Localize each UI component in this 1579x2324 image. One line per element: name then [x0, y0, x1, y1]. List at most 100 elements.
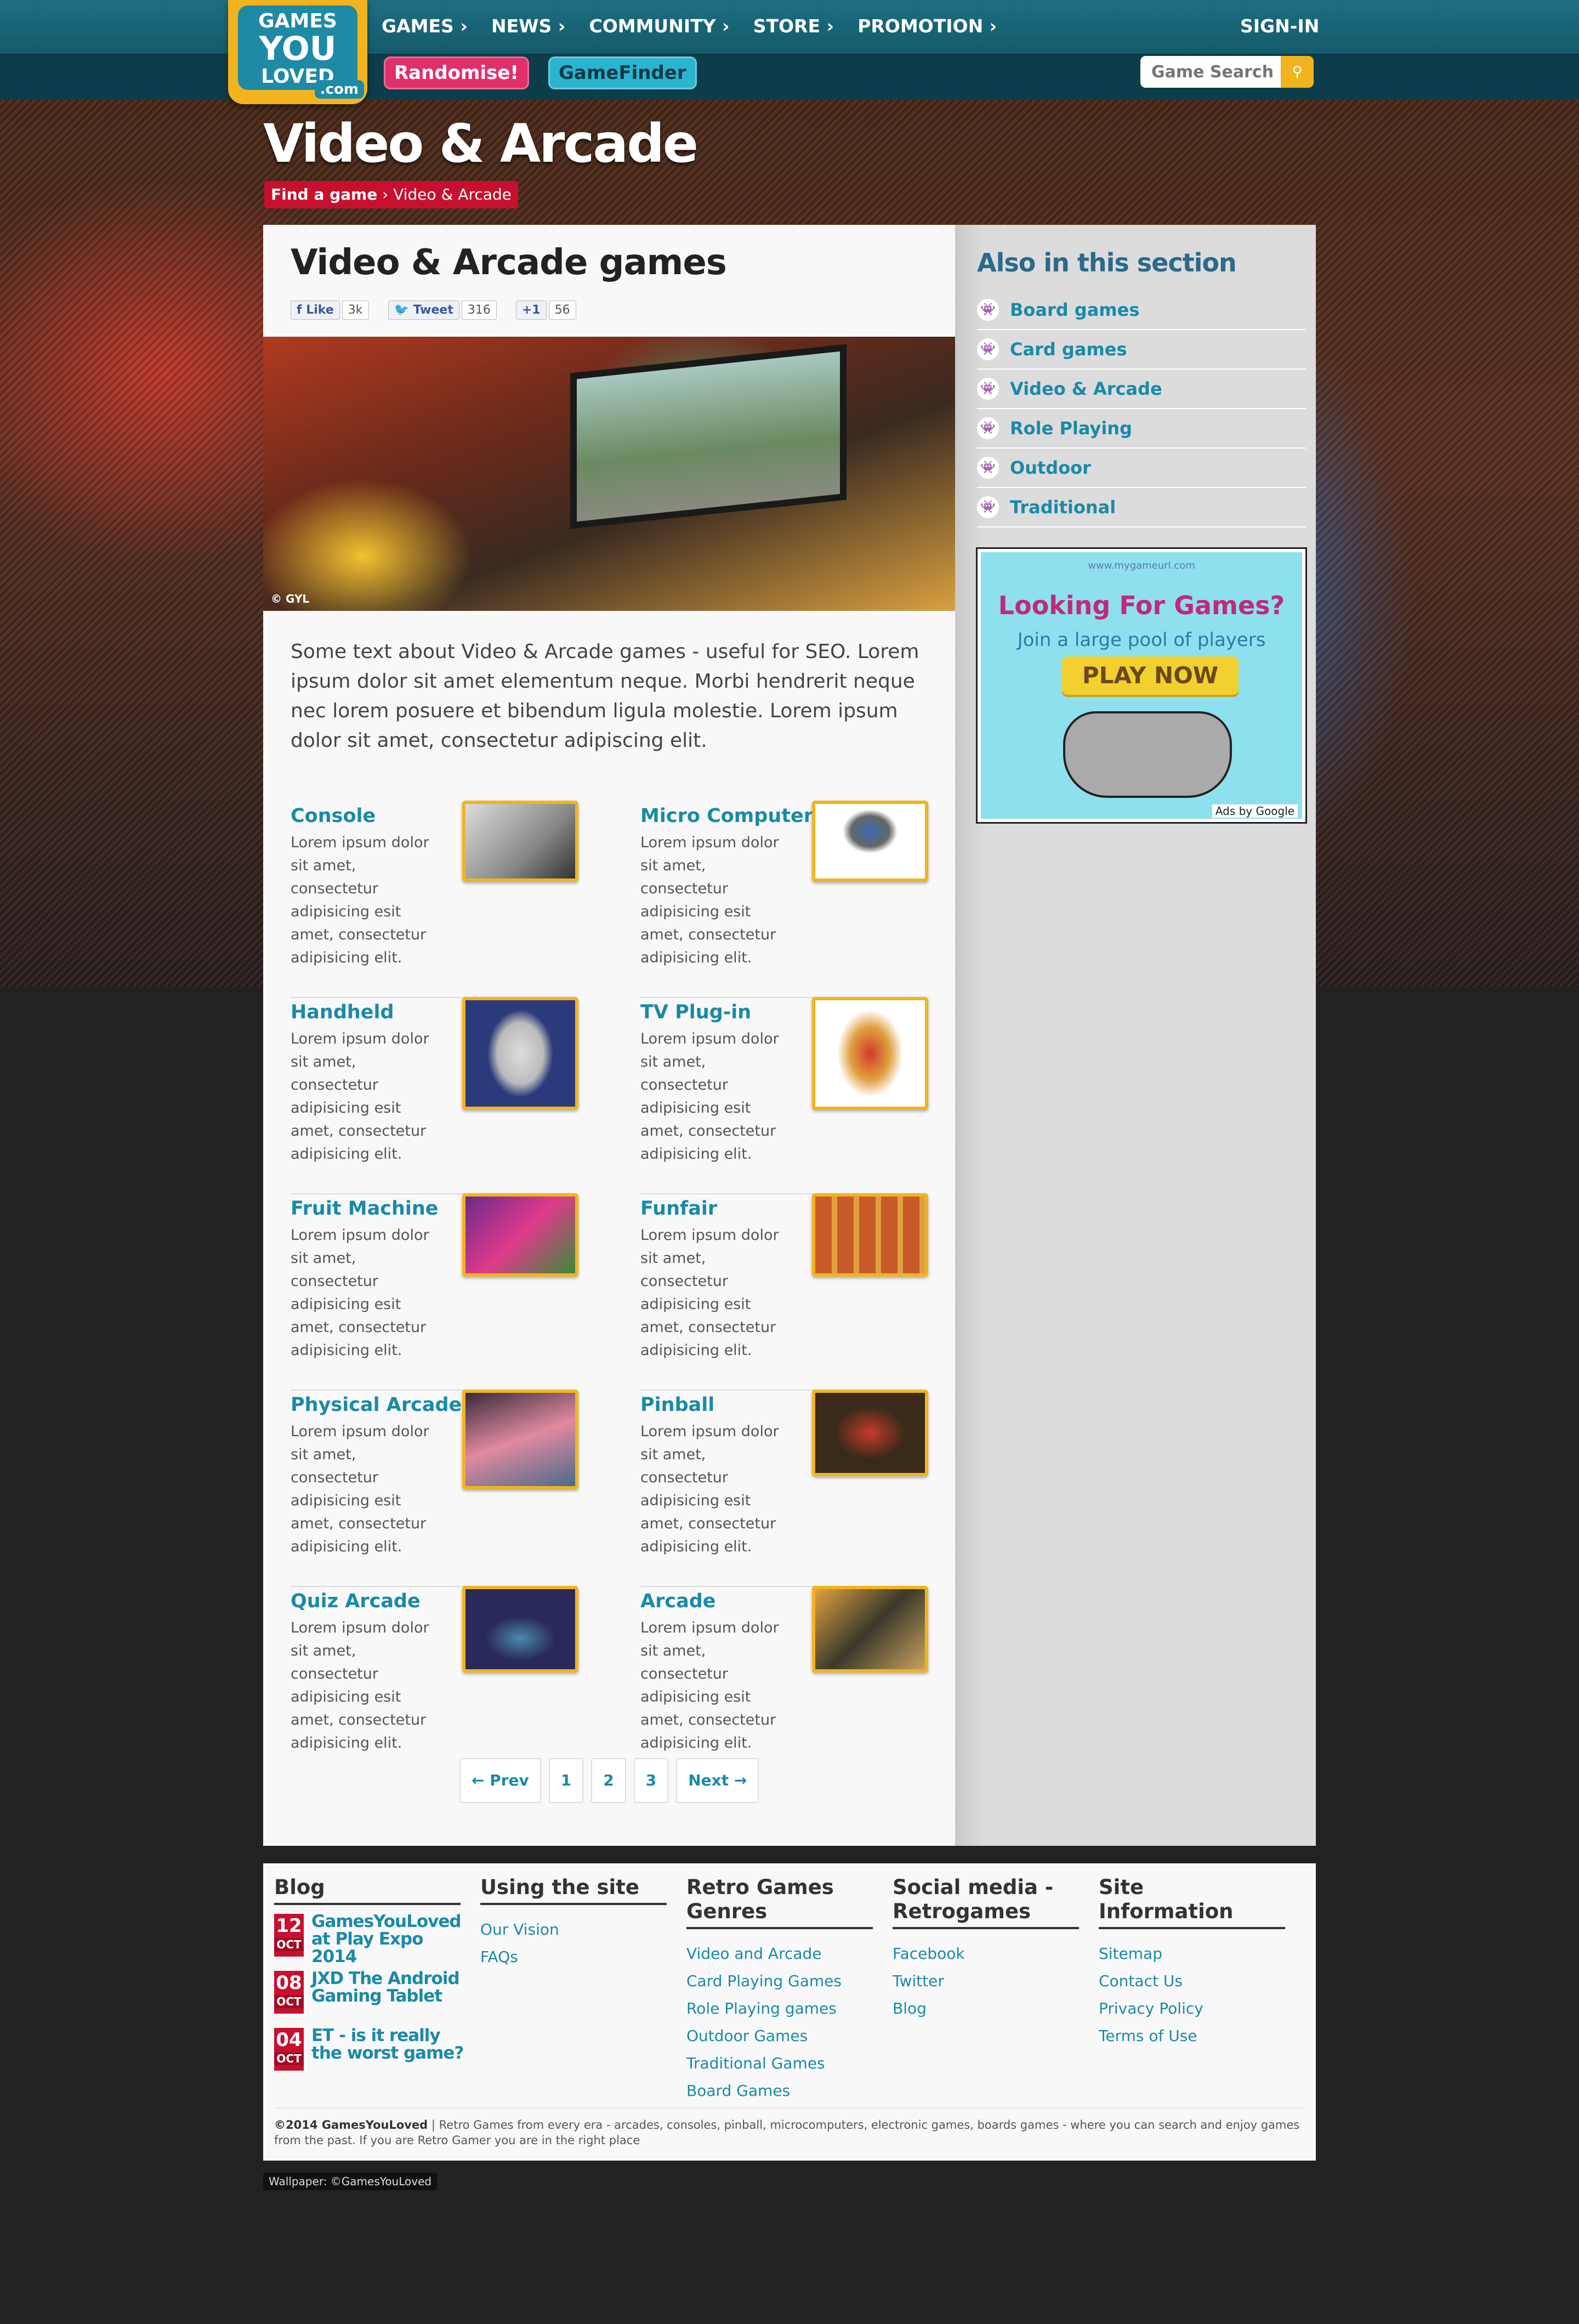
- footer-link-twitter[interactable]: Twitter: [893, 1968, 1079, 1995]
- category-item: Console Lorem ipsum dolor sit amet, cons…: [291, 801, 578, 998]
- blog-post[interactable]: 08 OCT JXD The Android Gaming Tablet: [274, 1970, 461, 2019]
- console-thumbnail[interactable]: [462, 801, 578, 882]
- facebook-like-button[interactable]: f Like: [291, 301, 340, 320]
- footer-link-video-arcade[interactable]: Video and Arcade: [686, 1940, 873, 1968]
- category-title-handheld[interactable]: Handheld: [291, 1001, 394, 1023]
- sign-in-link[interactable]: SIGN-IN: [1240, 15, 1319, 37]
- quiz-arcade-thumbnail[interactable]: [462, 1586, 578, 1673]
- category-title-micro-computer[interactable]: Micro Computer: [640, 805, 813, 827]
- category-item: Fruit Machine Lorem ipsum dolor sit amet…: [291, 1193, 578, 1391]
- micro-computer-thumbnail[interactable]: [812, 801, 928, 882]
- advertisement[interactable]: www.mygameurl.com Looking For Games? Joi…: [976, 547, 1307, 824]
- ad-headline: Looking For Games?: [998, 591, 1285, 620]
- category-title-pinball[interactable]: Pinball: [640, 1394, 714, 1416]
- nav-store[interactable]: STORE ›: [753, 15, 834, 37]
- arcade-thumbnail[interactable]: [812, 1586, 928, 1673]
- date-month: OCT: [274, 1938, 304, 1951]
- tweet-label: Tweet: [413, 303, 453, 317]
- footer-link-faqs[interactable]: FAQs: [480, 1943, 667, 1971]
- invader-icon: 👾: [977, 299, 999, 321]
- category-title-fruit-machine[interactable]: Fruit Machine: [291, 1198, 439, 1220]
- category-title-arcade[interactable]: Arcade: [640, 1590, 716, 1612]
- category-item: Micro Computer Lorem ipsum dolor sit ame…: [640, 801, 928, 998]
- sidebar-item-video-arcade[interactable]: 👾 Video & Arcade: [977, 370, 1306, 409]
- pinball-thumbnail[interactable]: [812, 1390, 928, 1476]
- footer-link-outdoor[interactable]: Outdoor Games: [686, 2022, 873, 2050]
- category-title-physical-arcade[interactable]: Physical Arcade: [291, 1394, 462, 1416]
- category-desc: Lorem ipsum dolor sit amet, consectetur …: [291, 1227, 429, 1359]
- category-item: Arcade Lorem ipsum dolor sit amet, conse…: [640, 1586, 928, 1782]
- prev-page-button[interactable]: ← Prev: [459, 1758, 541, 1803]
- nav-games[interactable]: GAMES ›: [382, 15, 468, 37]
- sidebar-item-card-games[interactable]: 👾 Card games: [977, 330, 1306, 370]
- invader-icon: 👾: [977, 417, 999, 439]
- category-item: Quiz Arcade Lorem ipsum dolor sit amet, …: [291, 1586, 578, 1782]
- gamepad-icon: [1063, 711, 1232, 798]
- category-item: Physical Arcade Lorem ipsum dolor sit am…: [291, 1390, 578, 1587]
- footer-link-traditional[interactable]: Traditional Games: [686, 2050, 873, 2077]
- footer-link-sitemap[interactable]: Sitemap: [1099, 1940, 1285, 1968]
- sidebar-heading: Also in this section: [977, 248, 1237, 277]
- category-desc: Lorem ipsum dolor sit amet, consectetur …: [640, 1423, 779, 1555]
- footer-link-board-games[interactable]: Board Games: [686, 2077, 873, 2105]
- blog-post[interactable]: 12 OCT GamesYouLoved at Play Expo 2014: [274, 1913, 462, 1965]
- search-icon[interactable]: ⚲: [1281, 56, 1314, 88]
- sidebar-item-board-games[interactable]: 👾 Board games: [977, 291, 1306, 330]
- blog-post-title[interactable]: ET - is it really the worst game?: [311, 2027, 465, 2062]
- social-share-bar: f Like 3k 🐦 Tweet 316 +1 56: [291, 301, 592, 320]
- tv-plug-in-thumbnail[interactable]: [812, 997, 928, 1110]
- blog-post-title[interactable]: GamesYouLoved at Play Expo 2014: [311, 1913, 465, 1965]
- footer-link-facebook[interactable]: Facebook: [893, 1940, 1079, 1968]
- sidebar-item-traditional[interactable]: 👾 Traditional: [977, 488, 1306, 528]
- google-plus-button[interactable]: +1: [515, 301, 547, 320]
- category-title-tv-plug-in[interactable]: TV Plug-in: [640, 1001, 751, 1023]
- game-search: ⚲: [1140, 56, 1314, 88]
- nav-community[interactable]: COMMUNITY ›: [589, 15, 729, 37]
- footer-link-privacy[interactable]: Privacy Policy: [1099, 1995, 1285, 2022]
- sidebar-item-label: Role Playing: [1010, 418, 1132, 439]
- sidebar-item-outdoor[interactable]: 👾 Outdoor: [977, 449, 1306, 488]
- category-desc: Lorem ipsum dolor sit amet, consectetur …: [640, 834, 779, 966]
- footer-site-info: Site Information Sitemap Contact Us Priv…: [1099, 1875, 1285, 2050]
- site-logo[interactable]: GAMES YOU LOVED .com: [228, 0, 367, 104]
- footer-link-terms[interactable]: Terms of Use: [1099, 2022, 1285, 2050]
- category-title-funfair[interactable]: Funfair: [640, 1198, 717, 1220]
- footer-link-role-playing[interactable]: Role Playing games: [686, 1995, 873, 2022]
- breadcrumb-root[interactable]: Find a game: [271, 185, 377, 203]
- footer-heading-social: Social media - Retrogames: [893, 1875, 1079, 1929]
- footer-link-blog[interactable]: Blog: [893, 1995, 1079, 2022]
- content-heading: Video & Arcade games: [291, 242, 727, 283]
- physical-arcade-thumbnail[interactable]: [462, 1390, 578, 1489]
- date-month: OCT: [274, 1995, 304, 2008]
- gamefinder-button[interactable]: GameFinder: [548, 56, 697, 89]
- category-title-quiz-arcade[interactable]: Quiz Arcade: [291, 1590, 421, 1612]
- blog-post-title[interactable]: JXD The Android Gaming Tablet: [311, 1970, 465, 2005]
- logo-text-you: YOU: [259, 30, 337, 68]
- nav-news[interactable]: NEWS ›: [491, 15, 565, 37]
- hero-photo: © GYL: [263, 337, 955, 611]
- search-input[interactable]: [1140, 56, 1281, 88]
- footer-link-card-playing[interactable]: Card Playing Games: [686, 1968, 873, 1995]
- ad-play-now-button[interactable]: PLAY NOW: [1062, 656, 1239, 695]
- footer-link-contact[interactable]: Contact Us: [1099, 1968, 1285, 1995]
- sidebar-item-role-playing[interactable]: 👾 Role Playing: [977, 409, 1306, 449]
- category-desc: Lorem ipsum dolor sit amet, consectetur …: [640, 1619, 779, 1751]
- handheld-thumbnail[interactable]: [462, 997, 578, 1110]
- nav-promotion[interactable]: PROMOTION ›: [857, 15, 997, 37]
- invader-icon: 👾: [977, 378, 999, 400]
- randomise-button[interactable]: Randomise!: [384, 56, 529, 89]
- fruit-machine-thumbnail[interactable]: [462, 1193, 578, 1277]
- funfair-thumbnail[interactable]: [812, 1193, 928, 1277]
- ad-panel: www.mygameurl.com Looking For Games? Joi…: [981, 552, 1302, 819]
- next-page-button[interactable]: Next →: [676, 1758, 759, 1803]
- blog-post[interactable]: 04 OCT ET - is it really the worst game?: [274, 2027, 464, 2076]
- category-title-console[interactable]: Console: [291, 805, 376, 827]
- page-1-button[interactable]: 1: [548, 1758, 584, 1803]
- footer-heading-info: Site Information: [1099, 1875, 1285, 1929]
- copyright-brand: ©2014 GamesYouLoved: [274, 2118, 428, 2132]
- footer-using-site: Using the site Our Vision FAQs: [480, 1875, 667, 1971]
- tweet-button[interactable]: 🐦 Tweet: [388, 301, 459, 320]
- footer-link-our-vision[interactable]: Our Vision: [480, 1916, 667, 1943]
- page-3-button[interactable]: 3: [633, 1758, 669, 1803]
- page-2-button[interactable]: 2: [591, 1758, 626, 1803]
